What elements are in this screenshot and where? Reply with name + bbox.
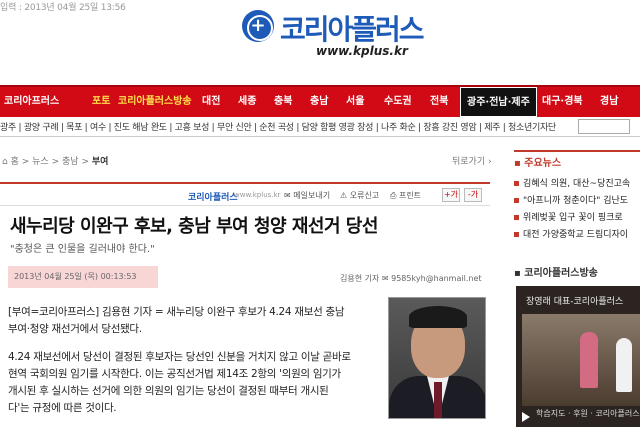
home-icon[interactable]: ⌂: [2, 157, 11, 167]
nav-item[interactable]: 코리아프러스: [4, 87, 59, 117]
sidebar-title-bullet: ▪: [514, 158, 525, 169]
video-person: [616, 338, 632, 392]
sidebar-news-title: ▪ 주요뉴스: [514, 158, 562, 169]
article-headline: 새누리당 이완구 후보, 충남 부여 청양 재선거 당선: [10, 216, 378, 237]
article-date: 2013년 04월 25일 (목) 00:13:53: [8, 266, 158, 288]
video-person: [580, 332, 598, 388]
site-logo[interactable]: + 코리아플러스 www.kplus.kr: [238, 4, 438, 62]
mail-icon: ✉: [284, 191, 294, 200]
nav-item[interactable]: 대구·경북: [542, 87, 583, 117]
breadcrumb-news[interactable]: 뉴스: [32, 157, 49, 167]
article-subhead: "충청은 큰 인물을 길러내야 한다.": [10, 244, 155, 255]
sidebar-title-bullet: ▪: [514, 268, 525, 279]
play-icon[interactable]: [522, 412, 530, 422]
nav-item[interactable]: 포토: [92, 87, 110, 117]
back-link[interactable]: 뒤로가기 ›: [452, 154, 492, 167]
nav-item[interactable]: 수도권: [384, 87, 412, 117]
email-button[interactable]: ✉ 메일보내기: [284, 190, 330, 201]
nav-item[interactable]: 충북: [274, 87, 292, 117]
sidebar-broadcast-title: ▪ 코리아플러스방송: [514, 268, 598, 279]
article-photo: [388, 297, 486, 419]
article-site: www.kplus.kr: [234, 191, 281, 199]
breadcrumb-current[interactable]: 부여: [92, 157, 109, 167]
print-button[interactable]: ⎙ 프린트: [390, 190, 421, 201]
printer-icon: ⎙: [390, 191, 399, 200]
nav-item[interactable]: 서울: [346, 87, 364, 117]
font-increase-button[interactable]: +가: [442, 188, 460, 202]
breadcrumb-sep: >: [51, 157, 60, 167]
photo-hair: [409, 306, 467, 328]
logo-circle-icon: +: [242, 10, 274, 42]
article-paragraph-line: 개시된 후 실시하는 선거에 의한 의원의 임기는 당선이 결정된 때부터 개시…: [8, 385, 329, 397]
sidebar-news-item[interactable]: 위례벚꽃 입구 꽃이 핑크로: [514, 210, 623, 223]
article-paragraph-line: 4.24 재보선에서 당선이 결정된 후보자는 당선인 신분을 거치지 않고 이…: [8, 351, 351, 363]
video-player[interactable]: 장영래 대표-코리아플러스 학습지도 · 후원 · 코리아플러스: [516, 286, 640, 427]
breadcrumb-chungnam[interactable]: 충남: [62, 157, 79, 167]
article-reporter[interactable]: 김용현 기자 ✉ 9585kyh@hanmail.net: [340, 273, 482, 284]
sidebar-topline: [514, 150, 640, 152]
breadcrumb: ⌂ 홈 > 뉴스 > 충남 > 부여: [2, 154, 108, 167]
article-paragraph-line: 부여·청양 재선거에서 당선됐다.: [8, 323, 142, 335]
breadcrumb-home[interactable]: 홈: [11, 157, 19, 167]
nav-item[interactable]: 전북: [430, 87, 448, 117]
nav-item[interactable]: 경남: [600, 87, 618, 117]
article-tools: 코리아플러스 www.kplus.kr ✉ 메일보내기 ⚠ 오류신고 ⎙ 프린트…: [0, 182, 490, 206]
alert-icon: ⚠: [340, 191, 350, 200]
nav-item[interactable]: 코리아플러스방송: [118, 87, 192, 117]
report-error-button[interactable]: ⚠ 오류신고: [340, 190, 379, 201]
sub-nav-links[interactable]: 광주 | 광양 구례 | 목포 | 여수 | 진도 해남 완도 | 고흥 보성 …: [0, 120, 556, 133]
sidebar-news-item[interactable]: 김혜식 의원, 대산~당진고속: [514, 176, 630, 189]
photo-tie: [434, 382, 442, 418]
nav-item[interactable]: 대전: [202, 87, 220, 117]
video-bottom-caption: 학습지도 · 후원 · 코리아플러스: [536, 409, 640, 418]
font-decrease-button[interactable]: -가: [464, 188, 482, 202]
logo-name: 코리아플러스: [280, 13, 425, 46]
article-paragraph-line: 현역 국회의원 임기를 시작한다. 이는 공직선거법 제14조 2항의 '의원의…: [8, 368, 341, 380]
article-brand: 코리아플러스: [188, 193, 238, 203]
search-input[interactable]: [578, 119, 630, 134]
article-paragraph-line: 다'는 규정에 따른 것이다.: [8, 402, 117, 414]
sidebar-news-item[interactable]: 대전 가양중학교 드림디자이: [514, 227, 628, 240]
sub-nav: 광주 | 광양 구례 | 목포 | 여수 | 진도 해남 완도 | 고흥 보성 …: [0, 117, 640, 137]
logo-url: www.kplus.kr: [316, 44, 408, 58]
sidebar-news-item[interactable]: "아프니까 청춘이다" 김난도: [514, 193, 628, 206]
article-paragraph-line: [부여=코리아프러스] 김용현 기자 = 새누리당 이완구 후보가 4.24 재…: [8, 306, 345, 318]
video-caption: 장영래 대표-코리아플러스: [526, 297, 624, 307]
breadcrumb-sep: >: [81, 157, 89, 167]
main-nav: 코리아프러스 포토 코리아플러스방송 대전 세종 충북 충남 서울 수도권 전북…: [0, 85, 640, 117]
topbar-date: 입력 : 2013년 04월 25일 13:56: [0, 3, 126, 13]
nav-item-active[interactable]: 광주·전남·제주: [460, 87, 537, 117]
nav-item[interactable]: 충남: [310, 87, 328, 117]
breadcrumb-sep: >: [21, 157, 30, 167]
nav-item[interactable]: 세종: [238, 87, 256, 117]
